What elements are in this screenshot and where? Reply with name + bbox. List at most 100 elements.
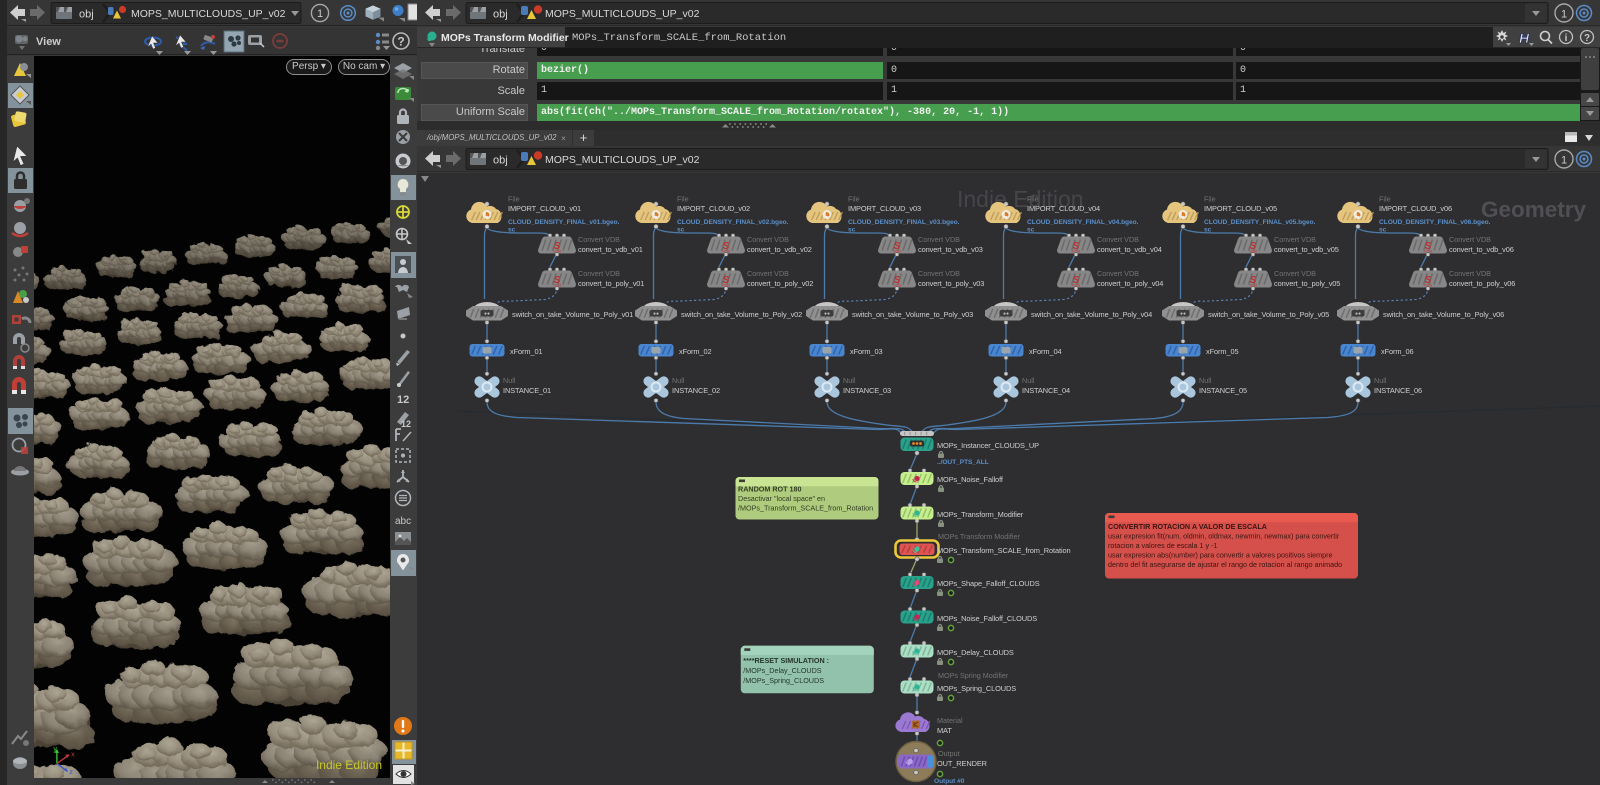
- svg-text:VDB: VDB: [1424, 283, 1433, 288]
- svg-text:convert_to_poly_v03: convert_to_poly_v03: [918, 279, 984, 288]
- svg-text:CLOUD_DENSITY_FINAL_v02.bgeo.: CLOUD_DENSITY_FINAL_v02.bgeo.: [677, 219, 789, 226]
- svg-text:sc: sc: [848, 227, 856, 234]
- svg-text:Convert VDB: Convert VDB: [918, 269, 960, 278]
- svg-text:IMPORT_CLOUD_v01: IMPORT_CLOUD_v01: [508, 204, 581, 213]
- svg-text:INSTANCE_03: INSTANCE_03: [843, 386, 891, 395]
- svg-text:xForm_02: xForm_02: [679, 347, 711, 356]
- svg-text:●●: ●●: [653, 311, 659, 317]
- svg-text:File: File: [1204, 195, 1216, 204]
- svg-text:convert_to_poly_v05: convert_to_poly_v05: [1274, 279, 1340, 288]
- svg-text:VDB: VDB: [1249, 249, 1258, 254]
- svg-text:Convert VDB: Convert VDB: [747, 235, 789, 244]
- svg-text:VDB: VDB: [1249, 283, 1258, 288]
- svg-text:MOPs_Transform_Modifier: MOPs_Transform_Modifier: [937, 510, 1024, 519]
- svg-text:usar expresion fit(num, oldmin: usar expresion fit(num, oldmin, oldmax, …: [1108, 532, 1340, 541]
- svg-text:VDB: VDB: [1072, 283, 1081, 288]
- svg-text:convert_to_vdb_v04: convert_to_vdb_v04: [1097, 245, 1162, 254]
- svg-text:Convert VDB: Convert VDB: [747, 269, 789, 278]
- svg-text:12: 12: [401, 419, 411, 429]
- svg-text:Desactivar "local space" en: Desactivar "local space" en: [738, 494, 825, 503]
- svg-text:●●: ●●: [1180, 311, 1186, 317]
- svg-text:rotacion a valores de escala 1: rotacion a valores de escala 1 y -1: [1108, 541, 1217, 550]
- svg-text:xForm_03: xForm_03: [850, 347, 882, 356]
- svg-text:File: File: [848, 195, 860, 204]
- svg-text:IMPORT_CLOUD_v02: IMPORT_CLOUD_v02: [677, 204, 750, 213]
- svg-text:Convert VDB: Convert VDB: [1449, 235, 1491, 244]
- svg-text:obj: obj: [79, 9, 94, 21]
- svg-text:usar expresion abs(number) par: usar expresion abs(number) para converti…: [1108, 551, 1333, 560]
- svg-text:IMPORT_CLOUD_v03: IMPORT_CLOUD_v03: [848, 204, 921, 213]
- svg-text:convert_to_vdb_v06: convert_to_vdb_v06: [1449, 245, 1514, 254]
- svg-text:Null: Null: [1199, 376, 1212, 385]
- svg-text:xForm_04: xForm_04: [1029, 347, 1061, 356]
- svg-text:y: y: [53, 745, 57, 753]
- svg-text:VDB: VDB: [1424, 249, 1433, 254]
- svg-text:../OUT_PTS_ALL: ../OUT_PTS_ALL: [937, 459, 989, 466]
- svg-text:IMPORT_CLOUD_v05: IMPORT_CLOUD_v05: [1204, 204, 1277, 213]
- svg-text:MAT: MAT: [937, 726, 952, 735]
- svg-text:VDB: VDB: [893, 249, 902, 254]
- svg-text:File: File: [508, 195, 520, 204]
- svg-text:●●: ●●: [824, 311, 830, 317]
- svg-text:MOPS_MULTICLOUDS_UP_v02: MOPS_MULTICLOUDS_UP_v02: [545, 154, 700, 166]
- svg-text:MOPs Spring Modifier: MOPs Spring Modifier: [938, 671, 1009, 680]
- svg-text:VDB: VDB: [722, 249, 731, 254]
- svg-text:switch_on_take_Volume_to_Poly_: switch_on_take_Volume_to_Poly_v06: [1383, 310, 1504, 319]
- svg-text:obj: obj: [493, 9, 508, 21]
- svg-text:IMPORT_CLOUD_v06: IMPORT_CLOUD_v06: [1379, 204, 1452, 213]
- svg-text:1: 1: [1561, 9, 1567, 21]
- svg-text:MOPs_Noise_Falloff_CLOUDS: MOPs_Noise_Falloff_CLOUDS: [937, 614, 1037, 623]
- svg-text:File: File: [1379, 195, 1391, 204]
- svg-text:convert_to_vdb_v01: convert_to_vdb_v01: [578, 245, 643, 254]
- svg-text:●●: ●●: [1003, 311, 1009, 317]
- svg-text:z: z: [69, 768, 73, 776]
- svg-text:MOPs_Shape_Falloff_CLOUDS: MOPs_Shape_Falloff_CLOUDS: [937, 579, 1040, 588]
- svg-text:VDB: VDB: [553, 283, 562, 288]
- svg-text:H: H: [1519, 30, 1530, 46]
- svg-text:CLOUD_DENSITY_FINAL_v01.bgeo.: CLOUD_DENSITY_FINAL_v01.bgeo.: [508, 219, 620, 226]
- svg-text:●●: ●●: [1355, 311, 1361, 317]
- svg-text:VDB: VDB: [1072, 249, 1081, 254]
- svg-text:RANDOM ROT 180: RANDOM ROT 180: [738, 485, 802, 494]
- svg-text:MOPs_Instancer_CLOUDS_UP: MOPs_Instancer_CLOUDS_UP: [937, 441, 1039, 450]
- svg-text:sc: sc: [508, 227, 516, 234]
- svg-text:MOPs_Delay_CLOUDS: MOPs_Delay_CLOUDS: [937, 648, 1014, 657]
- svg-text:convert_to_vdb_v03: convert_to_vdb_v03: [918, 245, 983, 254]
- svg-text:MOPs_Transform_SCALE_from_Rota: MOPs_Transform_SCALE_from_Rotation: [937, 546, 1071, 555]
- svg-text:IMPORT_CLOUD_v04: IMPORT_CLOUD_v04: [1027, 204, 1100, 213]
- svg-text:CLOUD_DENSITY_FINAL_v05.bgeo.: CLOUD_DENSITY_FINAL_v05.bgeo.: [1204, 219, 1316, 226]
- svg-text:CONVERTIR ROTACION A VALOR DE: CONVERTIR ROTACION A VALOR DE ESCALA: [1108, 522, 1267, 531]
- svg-text:/MOPs_Delay_CLOUDS: /MOPs_Delay_CLOUDS: [743, 666, 821, 675]
- svg-text:Geometry: Geometry: [1481, 197, 1587, 222]
- svg-text:sc: sc: [1379, 227, 1387, 234]
- svg-text:INSTANCE_04: INSTANCE_04: [1022, 386, 1070, 395]
- svg-text:View: View: [36, 36, 61, 48]
- svg-text:●●: ●●: [484, 311, 490, 317]
- svg-text:i: i: [1565, 33, 1568, 44]
- svg-text:VDB: VDB: [553, 249, 562, 254]
- svg-text:convert_to_poly_v06: convert_to_poly_v06: [1449, 279, 1515, 288]
- svg-text:****RESET SIMULATION :: ****RESET SIMULATION :: [743, 656, 829, 665]
- svg-text:?: ?: [1584, 33, 1590, 44]
- svg-text:obj: obj: [493, 155, 508, 167]
- svg-text:sc: sc: [677, 227, 685, 234]
- svg-text:INSTANCE_01: INSTANCE_01: [503, 386, 551, 395]
- svg-text:MOPS_MULTICLOUDS_UP_v02: MOPS_MULTICLOUDS_UP_v02: [545, 8, 700, 20]
- svg-text:xForm_05: xForm_05: [1206, 347, 1238, 356]
- svg-text:Null: Null: [843, 376, 856, 385]
- svg-text:sc: sc: [1027, 227, 1035, 234]
- svg-text:switch_on_take_Volume_to_Poly_: switch_on_take_Volume_to_Poly_v01: [512, 310, 633, 319]
- svg-text:MOPs_Spring_CLOUDS: MOPs_Spring_CLOUDS: [937, 684, 1016, 693]
- svg-text:Convert VDB: Convert VDB: [1097, 269, 1139, 278]
- svg-text:switch_on_take_Volume_to_Poly_: switch_on_take_Volume_to_Poly_v05: [1208, 310, 1329, 319]
- svg-text:CLOUD_DENSITY_FINAL_v03.bgeo.: CLOUD_DENSITY_FINAL_v03.bgeo.: [848, 219, 960, 226]
- svg-text:Convert VDB: Convert VDB: [578, 235, 620, 244]
- svg-text:12: 12: [397, 394, 409, 406]
- svg-text:convert_to_vdb_v05: convert_to_vdb_v05: [1274, 245, 1339, 254]
- svg-text:File: File: [1027, 195, 1039, 204]
- svg-text:Convert VDB: Convert VDB: [578, 269, 620, 278]
- svg-text:INSTANCE_02: INSTANCE_02: [672, 386, 720, 395]
- svg-text:Convert VDB: Convert VDB: [1274, 269, 1316, 278]
- svg-text:INSTANCE_05: INSTANCE_05: [1199, 386, 1247, 395]
- svg-text:dentro del fit asegurarse de a: dentro del fit asegurarse de ajustar el …: [1108, 560, 1342, 569]
